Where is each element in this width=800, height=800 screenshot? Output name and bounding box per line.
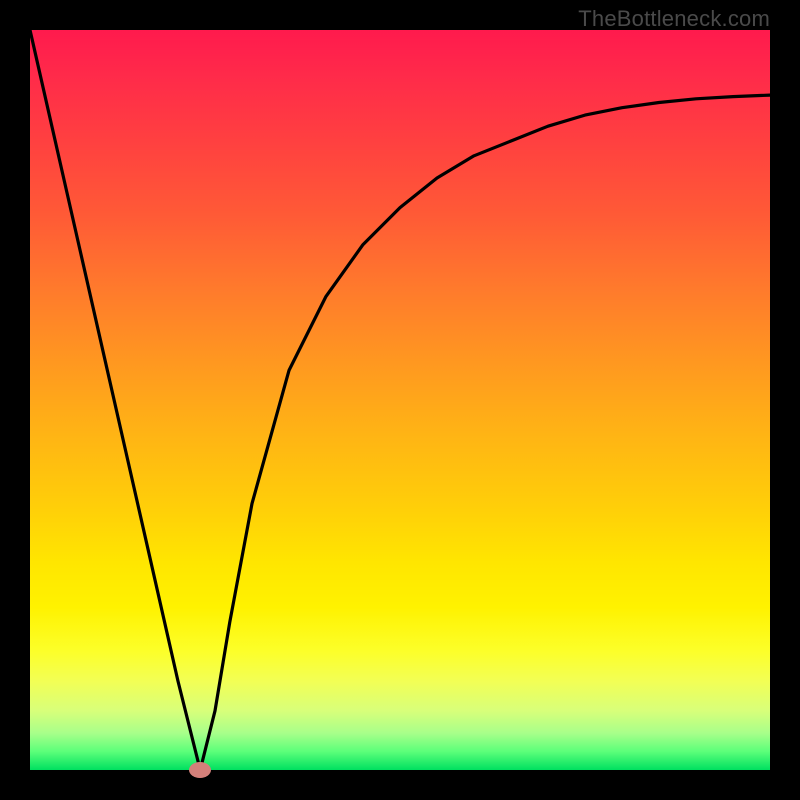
watermark-text: TheBottleneck.com — [578, 6, 770, 32]
minimum-marker — [189, 762, 211, 778]
chart-container: TheBottleneck.com — [0, 0, 800, 800]
curve-path — [30, 30, 770, 770]
curve-svg — [30, 30, 770, 770]
plot-area — [30, 30, 770, 770]
